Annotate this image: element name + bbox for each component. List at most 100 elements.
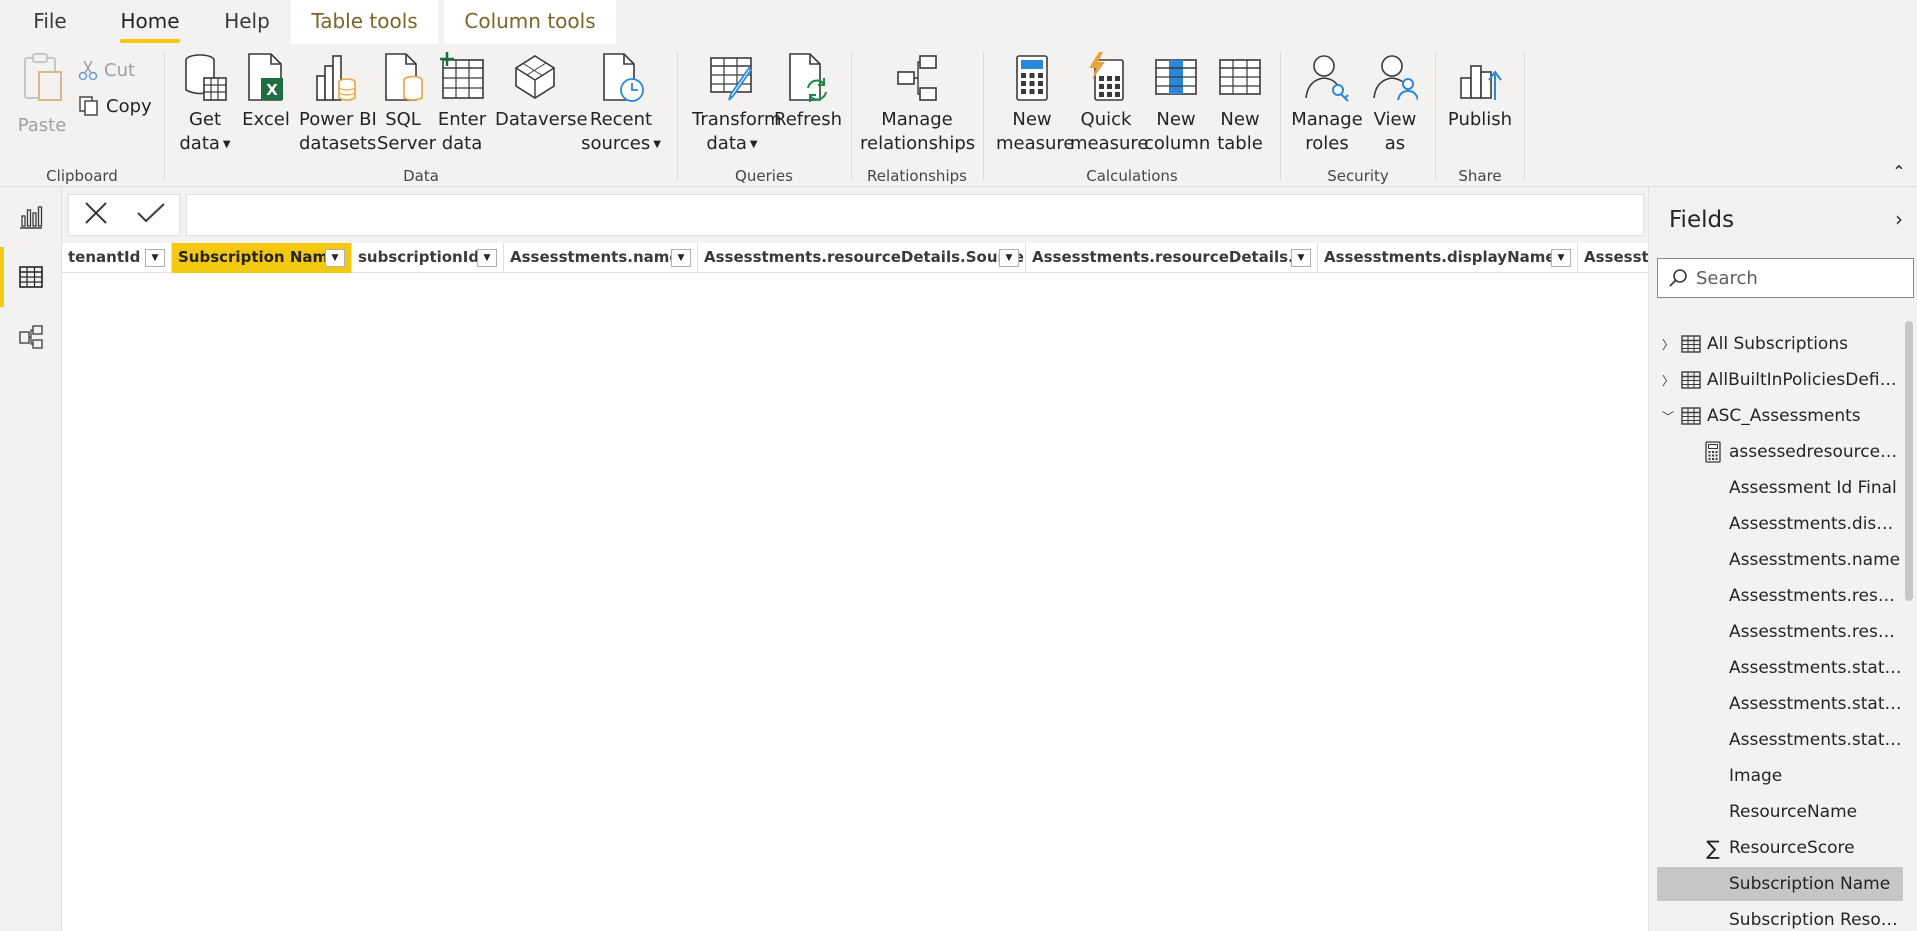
field-item[interactable]: Image — [1657, 759, 1903, 793]
view-as-button[interactable]: View as — [1365, 52, 1425, 156]
view-as-icon — [1373, 55, 1418, 101]
fields-search-input[interactable] — [1696, 267, 1896, 289]
group-relationships: Manage relationships Relationships — [852, 44, 982, 187]
get-data-button[interactable]: Get data ▼ — [179, 52, 231, 159]
tab-column-tools[interactable]: Column tools — [444, 0, 616, 44]
field-label: ASC_Assessments — [1707, 406, 1861, 426]
column-header[interactable]: Subscription Name ▼ — [172, 243, 352, 273]
field-item[interactable]: Assesstments.reso... — [1657, 615, 1903, 649]
column-header-label: Assesstme — [1584, 248, 1648, 266]
field-item[interactable]: ∑ ResourceScore — [1657, 831, 1903, 865]
collapse-pane-chevron-right-icon[interactable]: › — [1895, 207, 1903, 231]
column-header[interactable]: tenantId ▼ — [62, 243, 172, 273]
sql-server-button[interactable]: SQL Server — [377, 52, 436, 156]
column-filter-dropdown-icon[interactable]: ▼ — [999, 249, 1019, 267]
report-view-button[interactable] — [0, 187, 62, 247]
search-icon — [1669, 269, 1687, 287]
group-label-relationships: Relationships — [867, 167, 967, 185]
cut-button[interactable]: Cut — [78, 56, 135, 84]
quick-measure-button[interactable]: Quick measure — [1070, 52, 1149, 156]
column-filter-dropdown-icon[interactable]: ▼ — [477, 249, 497, 267]
table-header-row: tenantId ▼ Subscription Name ▼ subscriptionI… — [62, 243, 1648, 273]
paste-button[interactable]: Paste — [16, 52, 68, 138]
enter-data-table-icon — [440, 52, 484, 99]
formula-input[interactable] — [186, 194, 1644, 236]
column-header[interactable]: subscriptionId ▼ — [352, 243, 504, 273]
field-item[interactable]: assessedresourcesc... — [1657, 435, 1903, 469]
field-item[interactable]: Subscription Resou... — [1657, 903, 1903, 931]
fields-search-box[interactable] — [1657, 258, 1914, 298]
manage-relationships-button[interactable]: Manage relationships — [860, 52, 975, 156]
new-table-button[interactable]: New table — [1210, 52, 1270, 156]
field-label: Assesstments.statu... — [1729, 658, 1903, 678]
column-header[interactable]: Assesstme — [1578, 243, 1648, 273]
copy-button[interactable]: Copy — [78, 92, 152, 120]
field-label: ResourceName — [1729, 802, 1858, 822]
field-item[interactable]: Assesstments.statu... — [1657, 651, 1903, 685]
relationships-icon — [897, 55, 937, 101]
column-filter-dropdown-icon[interactable]: ▼ — [671, 249, 691, 267]
enter-data-button[interactable]: Enter data — [437, 52, 487, 156]
transform-data-button[interactable]: Transform data ▼ — [692, 52, 782, 159]
field-item[interactable]: Assesstments.statu... — [1657, 723, 1903, 757]
field-item[interactable]: Assesstments.name — [1657, 543, 1903, 577]
column-filter-dropdown-icon[interactable]: ▼ — [1291, 249, 1311, 267]
group-security: Manage roles View as Security — [1281, 44, 1435, 187]
field-item[interactable]: Assesstments.statu... — [1657, 687, 1903, 721]
refresh-button[interactable]: Refresh — [774, 52, 842, 132]
new-table-label: New table — [1217, 109, 1263, 154]
power-bi-datasets-button[interactable]: Power BI datasets — [299, 52, 377, 156]
manage-roles-button[interactable]: Manage roles — [1291, 52, 1363, 156]
field-table[interactable]: 〉 All Subscriptions — [1657, 327, 1903, 361]
refresh-label: Refresh — [774, 109, 842, 130]
field-item[interactable]: ResourceName — [1657, 795, 1903, 829]
column-header[interactable]: Assesstments.name ▼ — [504, 243, 698, 273]
cancel-formula-close-icon[interactable] — [83, 200, 109, 230]
column-header[interactable]: Assesstments.resourceDetails.Source ▼ — [698, 243, 1026, 273]
quick-measure-label: Quick measure — [1070, 109, 1149, 154]
excel-button[interactable]: X Excel — [241, 52, 291, 132]
paste-label: Paste — [17, 115, 67, 136]
column-filter-dropdown-icon[interactable]: ▼ — [1551, 249, 1571, 267]
tab-help[interactable]: Help — [222, 0, 272, 44]
chevron-right-icon[interactable]: 〉 — [1657, 372, 1679, 389]
new-measure-button[interactable]: New measure — [996, 52, 1075, 156]
tab-table-tools[interactable]: Table tools — [291, 0, 438, 44]
column-filter-dropdown-icon[interactable]: ▼ — [145, 249, 165, 267]
field-item[interactable]: Assesstments.displ... — [1657, 507, 1903, 541]
view-switcher — [0, 187, 62, 931]
dataverse-label: Dataverse — [495, 109, 588, 130]
field-item[interactable]: Assesstments.reso... — [1657, 579, 1903, 613]
bar-chart-icon — [20, 206, 43, 229]
new-table-icon — [1219, 59, 1261, 95]
field-table[interactable]: 〉 AllBuiltInPoliciesDefini... — [1657, 363, 1903, 397]
tab-home[interactable]: Home — [120, 0, 180, 44]
column-header[interactable]: Assesstments.displayName ▼ — [1318, 243, 1578, 273]
dataverse-button[interactable]: Dataverse — [495, 52, 588, 132]
chevron-right-icon[interactable]: 〉 — [1657, 336, 1679, 353]
group-clipboard: Paste Cut Copy Clipboard — [0, 44, 164, 187]
field-label: Image — [1729, 766, 1783, 786]
column-header[interactable]: Assesstments.resourceDetails.Id ▼ — [1026, 243, 1318, 273]
refresh-icon — [789, 53, 827, 102]
field-label: Assessment Id Final — [1729, 478, 1897, 498]
field-item[interactable]: Subscription Name — [1657, 867, 1903, 901]
field-label: Assesstments.displ... — [1729, 514, 1903, 534]
column-filter-dropdown-icon[interactable]: ▼ — [325, 249, 345, 267]
field-table[interactable]: ﹀ ASC_Assessments — [1657, 399, 1903, 433]
chevron-down-icon[interactable]: ﹀ — [1657, 408, 1679, 425]
tab-file[interactable]: File — [22, 0, 78, 44]
data-view-button[interactable] — [0, 247, 62, 307]
fields-pane: Fields › 〉 All Subscriptions 〉 AllBuiltInPo… — [1648, 187, 1917, 931]
calculator-icon — [1016, 55, 1048, 101]
publish-button[interactable]: Publish — [1444, 52, 1516, 132]
recent-sources-button[interactable]: Recent sources ▼ — [581, 52, 661, 159]
column-header-label: Assesstments.name — [510, 248, 680, 266]
model-view-button[interactable] — [0, 307, 62, 367]
collapse-ribbon-chevron-up-icon[interactable]: ⌃ — [1889, 162, 1909, 182]
new-column-button[interactable]: New column — [1144, 52, 1210, 156]
commit-formula-check-icon[interactable] — [136, 200, 166, 230]
field-item[interactable]: Assessment Id Final — [1657, 471, 1903, 505]
fields-scrollbar[interactable] — [1905, 321, 1913, 601]
column-header-label: Assesstments.resourceDetails.Id — [1032, 248, 1311, 266]
